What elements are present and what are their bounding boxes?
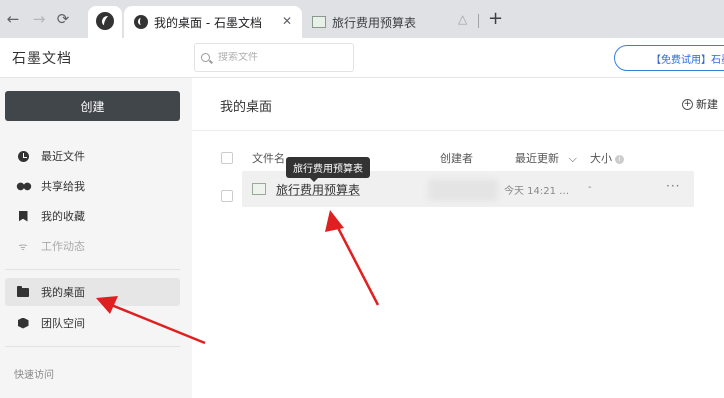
browser-tab-strip: ← → ⟳ 我的桌面 - 石墨文档 ✕ 旅行费用预算表 △ + [0,0,724,38]
search-box[interactable] [194,43,354,72]
sidebar-item-label: 我的收藏 [41,210,85,223]
select-all-checkbox[interactable] [221,152,233,164]
search-icon [201,53,210,62]
cube-icon [17,317,29,329]
column-header-name[interactable]: 文件名 [252,150,285,166]
sidebar-item-recent[interactable]: 最近文件 [5,142,180,170]
bookmark-icon [17,210,29,222]
close-tab-icon[interactable]: ✕ [282,14,292,28]
create-button[interactable]: 创建 [5,91,180,121]
sidebar: 创建 最近文件 ●● 共享给我 我的收藏 ᯤ 工作动态 我的桌面 团队空间 快速… [0,78,192,398]
forward-arrow-icon[interactable]: → [30,10,48,28]
file-name-tooltip: 旅行费用预算表 [286,157,370,182]
sidebar-item-label: 最近文件 [41,150,85,163]
free-trial-button[interactable]: 【免费试用】石墨 [614,45,724,71]
sidebar-item-label: 共享给我 [41,180,85,193]
back-arrow-icon[interactable]: ← [4,10,22,28]
sidebar-item-team[interactable]: 团队空间 [5,309,180,337]
sidebar-divider [5,346,180,347]
spreadsheet-icon [252,183,266,195]
row-checkbox[interactable] [221,190,233,202]
page-title: 我的桌面 [220,100,273,115]
more-options-icon[interactable]: ··· [666,179,680,193]
clock-icon [17,150,29,162]
column-header-size: 大小 i [590,150,624,166]
sidebar-item-label: 团队空间 [41,317,85,330]
sidebar-item-label: 工作动态 [41,240,85,253]
quick-access-label: 快速访问 [14,370,54,381]
sidebar-item-favorites[interactable]: 我的收藏 [5,202,180,230]
sidebar-item-label: 我的桌面 [41,286,85,299]
tab-audio-icon[interactable]: △ [458,12,467,26]
main-panel: 我的桌面 + 新建 文件名 创建者 最近更新 ⌵ 大小 i 旅行费用预算表 今天 … [192,78,724,398]
tab-my-desktop[interactable]: 我的桌面 - 石墨文档 ✕ [124,6,302,38]
creator-avatar-blurred [428,179,498,201]
tab-title: 我的桌面 - 石墨文档 [154,15,262,30]
pinned-tab[interactable] [88,6,122,38]
file-name-link[interactable]: 旅行费用预算表 [276,181,360,198]
new-button[interactable]: + 新建 [682,96,718,112]
rss-icon: ᯤ [18,242,28,253]
shimo-logo-icon [96,12,114,30]
sheet-favicon-icon [312,16,326,28]
sidebar-item-shared[interactable]: ●● 共享给我 [5,172,180,200]
plus-circle-icon: + [682,98,693,110]
app-header: 石墨文档 【免费试用】石墨 [0,38,724,78]
chevron-down-icon[interactable]: ⌵ [569,152,577,165]
modified-time: 今天 14:21 … [504,186,570,197]
column-header-modified[interactable]: 最近更新 ⌵ [515,150,577,166]
header-divider [192,130,724,131]
new-tab-icon[interactable]: + [488,8,503,29]
tab-separator [478,14,479,28]
people-icon: ●● [16,180,31,192]
sidebar-item-activity[interactable]: ᯤ 工作动态 [5,232,180,260]
file-size: - [588,182,592,193]
sidebar-divider [5,269,180,270]
column-header-creator: 创建者 [440,152,473,165]
shimo-favicon-icon [134,15,148,29]
desktop-icon [17,285,29,298]
tab-title: 旅行费用预算表 [332,15,417,30]
sidebar-item-desktop[interactable]: 我的桌面 [5,278,180,306]
info-icon[interactable]: i [615,154,624,164]
brand-logo[interactable]: 石墨文档 [12,48,72,68]
search-input[interactable] [218,52,338,63]
tab-travel-budget[interactable]: 旅行费用预算表 [304,6,484,38]
reload-icon[interactable]: ⟳ [54,10,72,28]
new-button-label: 新建 [696,98,718,111]
